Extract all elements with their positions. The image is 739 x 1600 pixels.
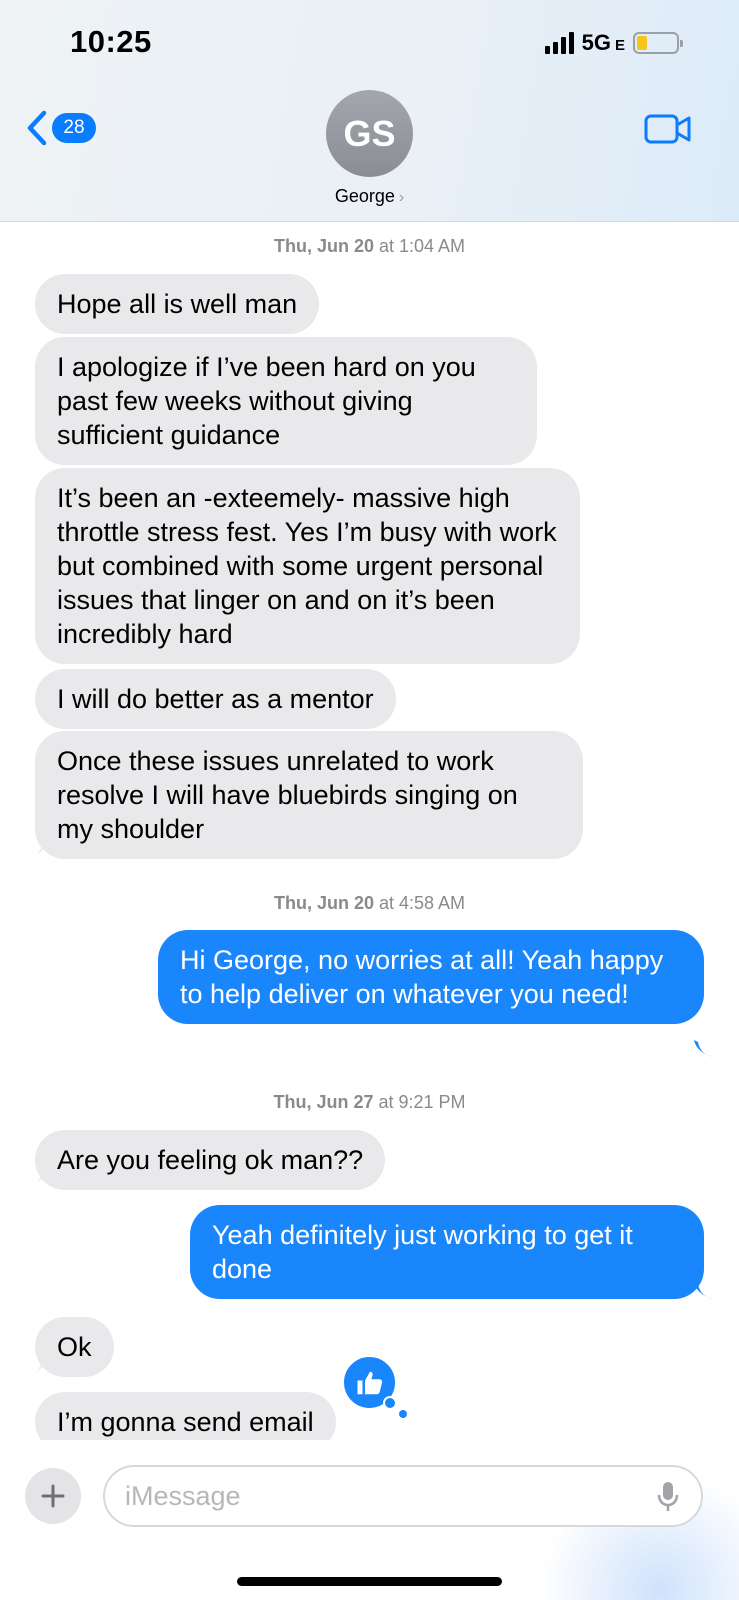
microphone-icon[interactable] bbox=[657, 1481, 679, 1513]
message-bubble-incoming[interactable]: It’s been an -exteemely- massive high th… bbox=[35, 468, 580, 664]
unread-count-badge: 28 bbox=[52, 113, 96, 143]
battery-level bbox=[637, 36, 647, 50]
video-camera-icon[interactable] bbox=[644, 113, 692, 145]
plus-icon bbox=[41, 1484, 65, 1508]
message-bubble-incoming[interactable]: Are you feeling ok man?? bbox=[35, 1130, 386, 1190]
chevron-right-icon: › bbox=[398, 189, 405, 206]
add-attachment-button[interactable] bbox=[25, 1468, 81, 1524]
reaction-bubble-dot bbox=[399, 1410, 407, 1418]
message-bubble-incoming[interactable]: I apologize if I’ve been hard on you pas… bbox=[35, 337, 537, 465]
message-input[interactable] bbox=[103, 1465, 703, 1527]
home-indicator bbox=[237, 1577, 502, 1586]
timestamp: Thu, Jun 20 at 4:58 AM bbox=[0, 893, 739, 914]
status-indicators: 5G E bbox=[544, 30, 683, 56]
timestamp-day: Thu, Jun 27 bbox=[273, 1092, 374, 1112]
timestamp: Thu, Jun 20 at 1:04 AM bbox=[0, 236, 739, 257]
timestamp-day: Thu, Jun 20 bbox=[273, 893, 374, 913]
message-bubble-outgoing[interactable]: Yeah definitely just working to get it d… bbox=[190, 1205, 704, 1299]
contact-name-button[interactable]: George › bbox=[0, 186, 739, 207]
timestamp-time: at 4:58 AM bbox=[373, 893, 466, 913]
bubble-tail bbox=[24, 842, 46, 859]
bubble-tail bbox=[24, 1170, 46, 1187]
network-type: 5G bbox=[581, 30, 611, 55]
contact-avatar[interactable]: GS bbox=[326, 90, 413, 177]
chevron-left-icon bbox=[27, 110, 47, 146]
contact-name: George bbox=[334, 186, 395, 206]
cellular-signal-icon bbox=[544, 32, 574, 54]
timestamp: Thu, Jun 27 at 9:21 PM bbox=[0, 1092, 739, 1113]
message-bubble-incoming[interactable]: Hope all is well man bbox=[35, 274, 320, 334]
timestamp-day: Thu, Jun 20 bbox=[273, 236, 374, 256]
bubble-tail bbox=[694, 1040, 716, 1057]
timestamp-time: at 9:21 PM bbox=[373, 1092, 466, 1112]
bubble-tail bbox=[24, 1359, 46, 1376]
message-bubble-incoming[interactable]: Once these issues unrelated to work reso… bbox=[35, 731, 583, 859]
back-button[interactable]: 28 bbox=[26, 110, 96, 146]
bubble-tail bbox=[694, 1282, 716, 1299]
status-time: 10:25 bbox=[70, 24, 152, 59]
message-bubble-incoming[interactable]: I will do better as a mentor bbox=[35, 669, 396, 729]
message-bubble-outgoing[interactable]: Hi George, no worries at all! Yeah happy… bbox=[158, 930, 704, 1024]
conversation-header: 10:25 5G E 28 GS George › bbox=[0, 0, 739, 222]
timestamp-time: at 1:04 AM bbox=[373, 236, 466, 256]
reaction-bubble-dot bbox=[383, 1396, 397, 1410]
network-suffix: E bbox=[614, 36, 625, 54]
battery-icon bbox=[633, 32, 683, 54]
message-bubble-incoming[interactable]: Ok bbox=[35, 1317, 114, 1377]
thumbs-up-icon bbox=[357, 1371, 382, 1394]
